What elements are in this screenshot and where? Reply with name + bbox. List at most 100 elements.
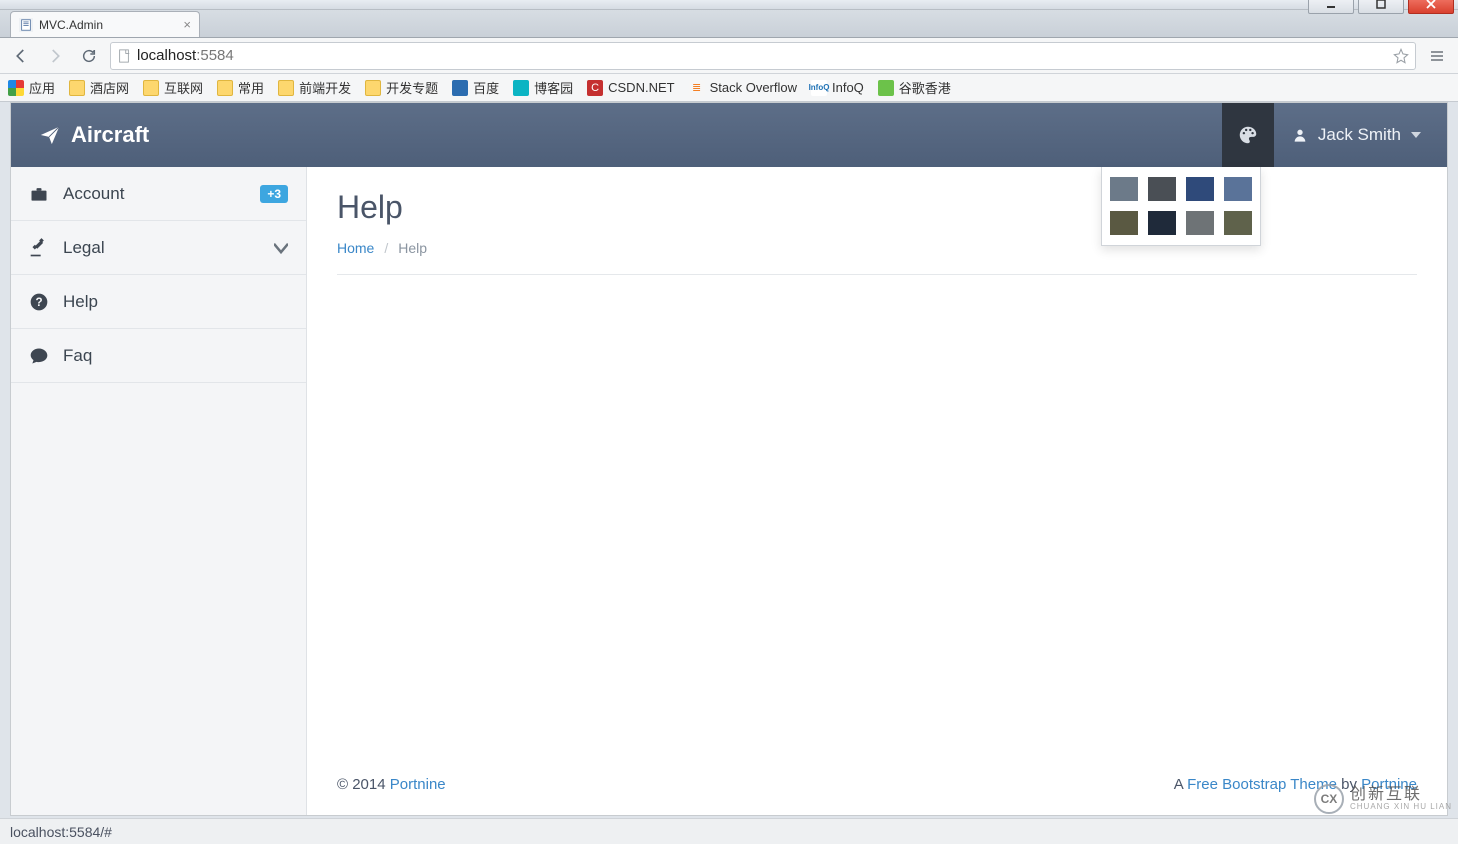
bookmark-item[interactable]: 酒店网 bbox=[69, 78, 129, 97]
page-icon bbox=[117, 49, 131, 63]
theme-swatch[interactable] bbox=[1148, 177, 1176, 201]
help-icon: ? bbox=[29, 292, 49, 312]
bookmark-item[interactable]: 谷歌香港 bbox=[878, 78, 951, 97]
green-icon bbox=[878, 80, 894, 96]
bookmarks-bar: 应用酒店网 互联网常用 前端开发 开发专题 百度 博客园 C CSDN.NET ≣ Stack O… bbox=[0, 74, 1458, 102]
address-bar[interactable]: localhost:5584 bbox=[110, 42, 1416, 70]
os-titlebar bbox=[0, 0, 1458, 10]
bookmark-item[interactable]: C CSDN.NET bbox=[587, 80, 674, 96]
footer-right-prefix: A bbox=[1174, 776, 1187, 793]
bookmark-label: CSDN.NET bbox=[608, 80, 674, 95]
user-name: Jack Smith bbox=[1318, 125, 1401, 145]
theme-swatch[interactable] bbox=[1148, 211, 1176, 235]
breadcrumb-separator: / bbox=[384, 240, 388, 256]
folder-icon bbox=[365, 80, 381, 96]
bookmark-label: Stack Overflow bbox=[710, 80, 797, 95]
sidebar-item-label: Faq bbox=[63, 346, 288, 366]
blue-icon bbox=[452, 80, 468, 96]
sidebar-badge: +3 bbox=[260, 185, 288, 203]
tab-favicon-icon bbox=[19, 18, 33, 32]
watermark: CX 创新互联 CHUANG XIN HU LIAN bbox=[1314, 784, 1452, 814]
user-menu[interactable]: Jack Smith bbox=[1274, 103, 1447, 167]
nav-forward-button[interactable] bbox=[42, 43, 68, 69]
bookmark-item[interactable]: 前端开发 bbox=[278, 78, 351, 97]
app-body: Account+3Legal?HelpFaq Help Home / Help … bbox=[11, 167, 1447, 815]
theme-swatch[interactable] bbox=[1110, 211, 1138, 235]
bookmark-star-icon[interactable] bbox=[1393, 48, 1409, 64]
footer-copyright: © 2014 bbox=[337, 776, 390, 793]
sidebar-item-label: Account bbox=[63, 184, 246, 204]
watermark-text: 创新互联 bbox=[1350, 786, 1452, 804]
app-window: Aircraft Jack Smith Account+3Legal?HelpF… bbox=[10, 102, 1448, 816]
chat-icon bbox=[29, 346, 49, 366]
bookmark-item[interactable]: 百度 bbox=[452, 78, 499, 97]
infoq-icon: InfoQ bbox=[811, 80, 827, 96]
breadcrumb-home[interactable]: Home bbox=[337, 240, 374, 256]
sidebar-item-account[interactable]: Account +3 bbox=[11, 167, 306, 221]
folder-icon bbox=[143, 80, 159, 96]
footer-portnine-link[interactable]: Portnine bbox=[390, 776, 446, 793]
gavel-icon bbox=[29, 238, 49, 258]
so-icon: ≣ bbox=[689, 80, 705, 96]
status-text: localhost:5584/# bbox=[10, 824, 112, 840]
theme-swatch[interactable] bbox=[1224, 177, 1252, 201]
bookmark-label: 开发专题 bbox=[386, 78, 438, 97]
sidebar-item-label: Legal bbox=[63, 238, 260, 258]
sidebar-item-legal[interactable]: Legal bbox=[11, 221, 306, 275]
theme-swatch[interactable] bbox=[1110, 177, 1138, 201]
bookmark-label: 博客园 bbox=[534, 78, 573, 97]
caret-down-icon bbox=[1411, 130, 1421, 140]
bookmark-item[interactable]: 互联网 bbox=[143, 78, 203, 97]
app-header: Aircraft Jack Smith bbox=[11, 103, 1447, 167]
sidebar-item-faq[interactable]: Faq bbox=[11, 329, 306, 383]
user-icon bbox=[1292, 127, 1308, 143]
watermark-logo-icon: CX bbox=[1314, 784, 1344, 814]
url-text: localhost:5584 bbox=[137, 47, 1387, 64]
theme-swatch[interactable] bbox=[1186, 177, 1214, 201]
browser-toolbar: localhost:5584 bbox=[0, 38, 1458, 74]
tab-close-icon[interactable]: × bbox=[183, 17, 191, 32]
brand-label: Aircraft bbox=[71, 122, 149, 148]
window-maximize-button[interactable] bbox=[1358, 0, 1404, 14]
nav-back-button[interactable] bbox=[8, 43, 34, 69]
bookmark-item[interactable]: InfoQ InfoQ bbox=[811, 80, 864, 96]
theme-popover bbox=[1101, 167, 1261, 246]
sidebar: Account +3 Legal ?Help Faq bbox=[11, 167, 307, 815]
brand[interactable]: Aircraft bbox=[39, 122, 149, 148]
bookmark-item[interactable]: 应用 bbox=[8, 78, 55, 97]
theme-swatch[interactable] bbox=[1224, 211, 1252, 235]
apps-icon bbox=[8, 80, 24, 96]
browser-tab[interactable]: MVC.Admin × bbox=[10, 11, 200, 37]
theme-picker-button[interactable] bbox=[1222, 103, 1274, 167]
folder-icon bbox=[217, 80, 233, 96]
red-icon: C bbox=[587, 80, 603, 96]
watermark-subtext: CHUANG XIN HU LIAN bbox=[1350, 803, 1452, 812]
browser-tabstrip: MVC.Admin × bbox=[0, 10, 1458, 38]
bookmark-label: 百度 bbox=[473, 78, 499, 97]
sidebar-item-help[interactable]: ?Help bbox=[11, 275, 306, 329]
bookmark-item[interactable]: 常用 bbox=[217, 78, 264, 97]
window-close-button[interactable] bbox=[1408, 0, 1454, 14]
theme-swatch[interactable] bbox=[1186, 211, 1214, 235]
breadcrumb-current: Help bbox=[398, 240, 427, 256]
bookmark-label: InfoQ bbox=[832, 80, 864, 95]
paper-plane-icon bbox=[39, 124, 61, 146]
tab-title: MVC.Admin bbox=[39, 18, 177, 32]
bookmark-label: 互联网 bbox=[164, 78, 203, 97]
browser-statusbar: localhost:5584/# bbox=[0, 818, 1458, 844]
main-content: Help Home / Help © 2014 Portnine A Free … bbox=[307, 167, 1447, 815]
bookmark-item[interactable]: ≣ Stack Overflow bbox=[689, 80, 797, 96]
browser-menu-button[interactable] bbox=[1424, 43, 1450, 69]
svg-text:?: ? bbox=[35, 296, 42, 309]
footer: © 2014 Portnine A Free Bootstrap Theme b… bbox=[337, 758, 1417, 793]
bookmark-item[interactable]: 开发专题 bbox=[365, 78, 438, 97]
bookmark-label: 谷歌香港 bbox=[899, 78, 951, 97]
bookmark-label: 前端开发 bbox=[299, 78, 351, 97]
nav-reload-button[interactable] bbox=[76, 43, 102, 69]
window-minimize-button[interactable] bbox=[1308, 0, 1354, 14]
folder-icon bbox=[278, 80, 294, 96]
folder-icon bbox=[69, 80, 85, 96]
briefcase-icon bbox=[29, 184, 49, 204]
chevron-down-icon bbox=[274, 241, 288, 255]
bookmark-item[interactable]: 博客园 bbox=[513, 78, 573, 97]
